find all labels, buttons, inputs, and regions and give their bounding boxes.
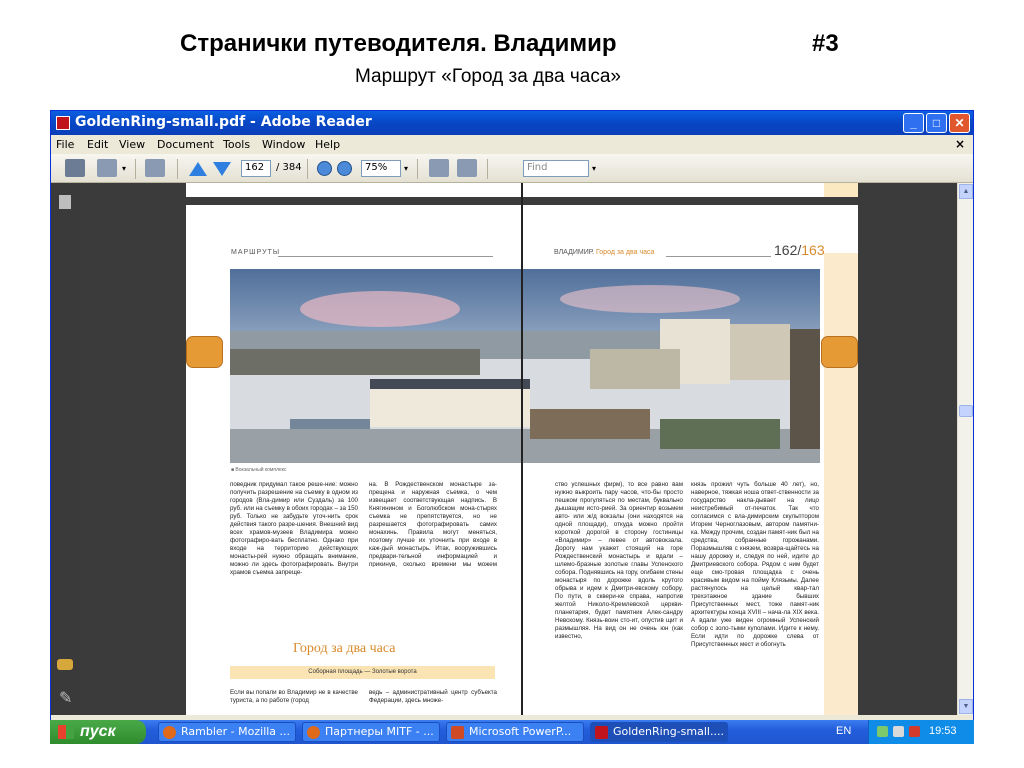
maximize-button[interactable]: □	[926, 113, 947, 133]
tray-icon[interactable]	[877, 726, 888, 737]
menu-edit[interactable]: Edit	[87, 138, 108, 151]
page-numbers: 162/163	[774, 242, 825, 258]
pdf-icon	[56, 116, 70, 130]
toolbar: ▾ 162 / 384 75% ▾ Find ▾	[51, 154, 973, 183]
email-dropdown-arrow[interactable]: ▾	[119, 160, 129, 177]
page-number-right: 163	[801, 242, 825, 258]
text-column-4: князь прожил чуть больше 40 лет), но, на…	[691, 481, 819, 648]
header-rule	[278, 256, 493, 257]
attachment-icon[interactable]: ✎	[59, 688, 72, 708]
document-close-icon[interactable]: ×	[955, 137, 965, 151]
document-area: МАРШРУТЫ ВЛАДИМИР. Город за два часа 162…	[79, 183, 957, 715]
task-powerpoint[interactable]: Microsoft PowerP...	[446, 722, 584, 742]
menu-file[interactable]: File	[56, 138, 74, 151]
slide-subtitle: Маршрут «Город за два часа»	[355, 66, 621, 87]
scroll-down-arrow[interactable]: ▼	[959, 699, 973, 714]
antivirus-icon[interactable]	[909, 726, 920, 737]
task-label: Microsoft PowerP...	[469, 725, 572, 738]
task-label: GoldenRing-small....	[613, 725, 724, 738]
toolbar-separator	[135, 159, 136, 179]
zoom-out-icon[interactable]	[317, 161, 332, 176]
cream-strip	[824, 183, 858, 197]
fit-width-icon[interactable]	[429, 159, 449, 177]
header-prefix: ВЛАДИМИР.	[554, 249, 595, 256]
scroll-up-arrow[interactable]: ▲	[959, 184, 973, 199]
task-goldenring[interactable]: GoldenRing-small....	[590, 722, 728, 742]
menu-help[interactable]: Help	[315, 138, 340, 151]
print-icon[interactable]	[65, 159, 85, 177]
clock: 19:53	[929, 725, 957, 737]
text-column-1: поведник придумал такое реше-ние: можно …	[230, 481, 358, 576]
task-rambler[interactable]: Rambler - Mozilla ...	[158, 722, 296, 742]
start-button[interactable]: пуск	[50, 720, 146, 744]
city-panorama-photo	[230, 269, 820, 463]
text-column-2: на. В Рождественском монастыре за-прещен…	[369, 481, 497, 567]
taskbar: пуск Rambler - Mozilla ... Партнеры MITF…	[50, 720, 974, 744]
previous-page-icon[interactable]	[189, 162, 207, 176]
title-bar[interactable]: GoldenRing-small.pdf - Adobe Reader _ □ …	[51, 111, 973, 135]
previous-page-tab[interactable]	[186, 336, 223, 368]
menu-bar: File Edit View Document Tools Window Hel…	[51, 135, 973, 154]
text-column-2-bottom: ведь – административный центр субъекта Ф…	[369, 689, 497, 704]
photo-caption: ■ Вокзальный комплекс	[231, 467, 287, 473]
task-partners[interactable]: Партнеры MITF - ...	[302, 722, 440, 742]
section-heading: Город за два часа	[293, 641, 396, 656]
slide-number: #3	[812, 30, 839, 57]
navigation-panel: ✎	[51, 183, 79, 715]
toolbar-separator	[487, 159, 488, 179]
toolbar-separator	[177, 159, 178, 179]
next-page-tab[interactable]	[821, 336, 858, 368]
cream-strip	[824, 253, 858, 715]
toolbar-separator	[307, 159, 308, 179]
task-label: Партнеры MITF - ...	[325, 725, 434, 738]
windows-flag-icon	[58, 725, 74, 739]
zoom-in-icon[interactable]	[337, 161, 352, 176]
toolbar-separator	[417, 159, 418, 179]
menu-tools[interactable]: Tools	[223, 138, 250, 151]
text-column-1-bottom: Если вы попали во Владимир не в качестве…	[230, 689, 358, 704]
comments-icon[interactable]	[57, 659, 73, 670]
menu-view[interactable]: View	[119, 138, 145, 151]
zoom-input[interactable]: 75%	[361, 160, 401, 177]
scroll-thumb[interactable]	[959, 405, 973, 417]
pdf-icon	[595, 726, 608, 739]
section-subheading: Соборная площадь — Золотые ворота	[230, 666, 495, 679]
powerpoint-icon	[451, 726, 464, 739]
language-indicator[interactable]: EN	[836, 725, 851, 737]
adobe-reader-window: GoldenRing-small.pdf - Adobe Reader _ □ …	[50, 110, 974, 744]
close-button[interactable]: ✕	[949, 113, 970, 133]
comment-tool-icon[interactable]	[145, 159, 165, 177]
screen: Странички путеводителя. Владимир #3 Марш…	[0, 0, 1024, 768]
system-tray: 19:53	[868, 720, 974, 744]
menu-document[interactable]: Document	[157, 138, 214, 151]
window-title: GoldenRing-small.pdf - Adobe Reader	[75, 114, 372, 130]
pages-icon[interactable]	[59, 195, 71, 209]
next-page-icon[interactable]	[213, 162, 231, 176]
page-total: / 384	[276, 162, 302, 173]
text-column-3: ство успешных фирм), то все равно вам ну…	[555, 481, 683, 640]
task-label: Rambler - Mozilla ...	[181, 725, 291, 738]
page-spine	[521, 183, 523, 715]
fit-page-icon[interactable]	[457, 159, 477, 177]
zoom-dropdown-arrow[interactable]: ▾	[401, 160, 411, 177]
right-page-header: ВЛАДИМИР. Город за два часа	[554, 249, 654, 256]
minimize-button[interactable]: _	[903, 113, 924, 133]
email-icon[interactable]	[97, 159, 117, 177]
start-label: пуск	[80, 723, 116, 740]
page-number-input[interactable]: 162	[241, 160, 271, 177]
slide-title: Странички путеводителя. Владимир	[180, 30, 617, 57]
find-input[interactable]: Find	[523, 160, 589, 177]
vertical-scrollbar[interactable]: ▲ ▼	[957, 183, 973, 715]
find-dropdown-arrow[interactable]: ▾	[589, 160, 599, 177]
network-icon[interactable]	[893, 726, 904, 737]
left-page-header: МАРШРУТЫ	[231, 249, 281, 256]
header-accent: Город за два часа	[595, 249, 655, 256]
firefox-icon	[163, 726, 176, 739]
page-number-left: 162/	[774, 242, 802, 258]
firefox-icon	[307, 726, 320, 739]
header-rule	[666, 256, 771, 257]
menu-window[interactable]: Window	[262, 138, 305, 151]
